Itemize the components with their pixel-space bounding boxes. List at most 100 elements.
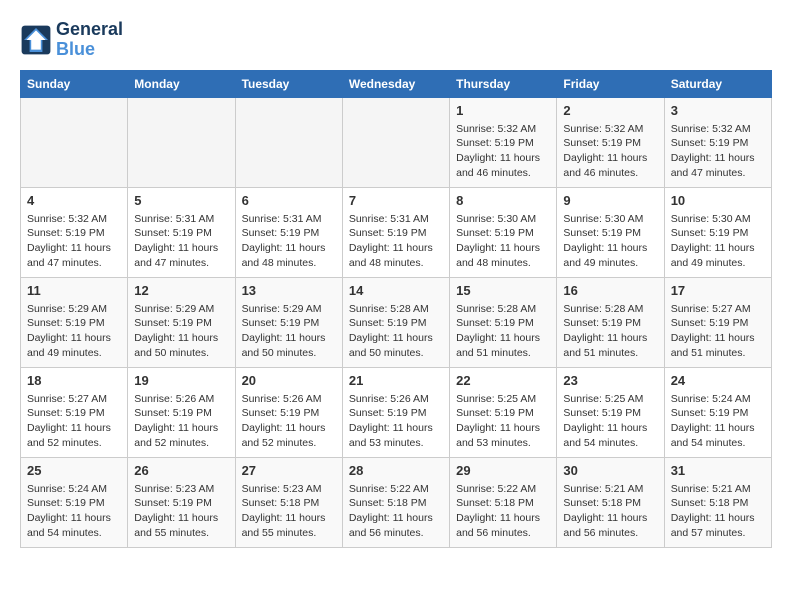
day-info: Daylight: 11 hours <box>27 241 121 256</box>
day-info: Sunrise: 5:28 AM <box>456 302 550 317</box>
day-info: Daylight: 11 hours <box>456 421 550 436</box>
calendar-cell: 3Sunrise: 5:32 AMSunset: 5:19 PMDaylight… <box>664 97 771 187</box>
day-info: Daylight: 11 hours <box>27 331 121 346</box>
day-info: and 50 minutes. <box>242 346 336 361</box>
day-info: and 53 minutes. <box>349 436 443 451</box>
day-info: Daylight: 11 hours <box>456 511 550 526</box>
calendar-cell: 10Sunrise: 5:30 AMSunset: 5:19 PMDayligh… <box>664 187 771 277</box>
day-info: Sunset: 5:18 PM <box>349 496 443 511</box>
day-info: and 51 minutes. <box>563 346 657 361</box>
day-info: Daylight: 11 hours <box>242 511 336 526</box>
day-info: Daylight: 11 hours <box>134 511 228 526</box>
day-info: Daylight: 11 hours <box>349 511 443 526</box>
calendar-cell: 11Sunrise: 5:29 AMSunset: 5:19 PMDayligh… <box>21 277 128 367</box>
page-header: GeneralBlue <box>20 20 772 60</box>
day-header: Sunday <box>21 70 128 97</box>
day-info: Sunset: 5:19 PM <box>27 496 121 511</box>
day-number: 17 <box>671 282 765 300</box>
day-info: and 47 minutes. <box>671 166 765 181</box>
day-info: and 52 minutes. <box>242 436 336 451</box>
calendar-cell: 5Sunrise: 5:31 AMSunset: 5:19 PMDaylight… <box>128 187 235 277</box>
day-info: Daylight: 11 hours <box>671 331 765 346</box>
day-info: Sunrise: 5:28 AM <box>349 302 443 317</box>
calendar-cell: 15Sunrise: 5:28 AMSunset: 5:19 PMDayligh… <box>450 277 557 367</box>
day-info: and 48 minutes. <box>242 256 336 271</box>
day-info: Daylight: 11 hours <box>242 331 336 346</box>
day-info: and 47 minutes. <box>27 256 121 271</box>
day-info: Sunset: 5:19 PM <box>349 316 443 331</box>
calendar-cell: 27Sunrise: 5:23 AMSunset: 5:18 PMDayligh… <box>235 457 342 547</box>
day-info: Daylight: 11 hours <box>27 421 121 436</box>
day-info: Sunset: 5:19 PM <box>456 406 550 421</box>
day-info: Sunset: 5:19 PM <box>349 226 443 241</box>
calendar-cell: 13Sunrise: 5:29 AMSunset: 5:19 PMDayligh… <box>235 277 342 367</box>
day-info: and 52 minutes. <box>134 436 228 451</box>
day-info: Daylight: 11 hours <box>134 241 228 256</box>
day-number: 18 <box>27 372 121 390</box>
day-info: Sunset: 5:19 PM <box>456 226 550 241</box>
calendar-cell: 31Sunrise: 5:21 AMSunset: 5:18 PMDayligh… <box>664 457 771 547</box>
day-number: 28 <box>349 462 443 480</box>
day-info: Sunset: 5:18 PM <box>671 496 765 511</box>
day-info: Sunset: 5:19 PM <box>242 406 336 421</box>
day-info: Sunrise: 5:32 AM <box>671 122 765 137</box>
day-number: 9 <box>563 192 657 210</box>
day-info: and 50 minutes. <box>349 346 443 361</box>
day-number: 26 <box>134 462 228 480</box>
day-number: 30 <box>563 462 657 480</box>
day-info: Sunrise: 5:29 AM <box>242 302 336 317</box>
day-number: 8 <box>456 192 550 210</box>
day-number: 2 <box>563 102 657 120</box>
day-info: Sunset: 5:19 PM <box>671 226 765 241</box>
day-number: 22 <box>456 372 550 390</box>
day-info: Daylight: 11 hours <box>563 421 657 436</box>
day-info: Daylight: 11 hours <box>563 241 657 256</box>
calendar-cell: 19Sunrise: 5:26 AMSunset: 5:19 PMDayligh… <box>128 367 235 457</box>
day-info: and 51 minutes. <box>671 346 765 361</box>
day-number: 20 <box>242 372 336 390</box>
day-info: Daylight: 11 hours <box>563 511 657 526</box>
calendar-cell: 16Sunrise: 5:28 AMSunset: 5:19 PMDayligh… <box>557 277 664 367</box>
day-info: and 53 minutes. <box>456 436 550 451</box>
day-info: Sunset: 5:19 PM <box>134 406 228 421</box>
day-info: Sunset: 5:19 PM <box>134 226 228 241</box>
logo-text: GeneralBlue <box>56 20 123 60</box>
day-info: Daylight: 11 hours <box>134 421 228 436</box>
calendar-cell: 21Sunrise: 5:26 AMSunset: 5:19 PMDayligh… <box>342 367 449 457</box>
day-info: Sunset: 5:19 PM <box>671 136 765 151</box>
day-info: Sunrise: 5:27 AM <box>27 392 121 407</box>
day-info: and 56 minutes. <box>349 526 443 541</box>
calendar-cell <box>128 97 235 187</box>
day-info: and 54 minutes. <box>563 436 657 451</box>
calendar-cell: 25Sunrise: 5:24 AMSunset: 5:19 PMDayligh… <box>21 457 128 547</box>
day-info: Daylight: 11 hours <box>671 421 765 436</box>
day-info: Daylight: 11 hours <box>242 421 336 436</box>
calendar-cell <box>21 97 128 187</box>
day-info: Daylight: 11 hours <box>456 151 550 166</box>
calendar-week: 11Sunrise: 5:29 AMSunset: 5:19 PMDayligh… <box>21 277 772 367</box>
day-number: 27 <box>242 462 336 480</box>
logo: GeneralBlue <box>20 20 123 60</box>
day-info: and 55 minutes. <box>134 526 228 541</box>
day-info: Sunrise: 5:29 AM <box>134 302 228 317</box>
day-info: Daylight: 11 hours <box>563 151 657 166</box>
day-info: Sunrise: 5:32 AM <box>456 122 550 137</box>
day-info: Sunrise: 5:24 AM <box>27 482 121 497</box>
day-info: Daylight: 11 hours <box>349 331 443 346</box>
day-info: Sunset: 5:19 PM <box>27 316 121 331</box>
day-number: 12 <box>134 282 228 300</box>
day-header: Saturday <box>664 70 771 97</box>
calendar-cell: 12Sunrise: 5:29 AMSunset: 5:19 PMDayligh… <box>128 277 235 367</box>
calendar-cell: 6Sunrise: 5:31 AMSunset: 5:19 PMDaylight… <box>235 187 342 277</box>
day-info: and 50 minutes. <box>134 346 228 361</box>
day-info: Daylight: 11 hours <box>456 331 550 346</box>
day-info: Sunrise: 5:26 AM <box>349 392 443 407</box>
calendar-cell: 8Sunrise: 5:30 AMSunset: 5:19 PMDaylight… <box>450 187 557 277</box>
day-info: Sunset: 5:19 PM <box>134 496 228 511</box>
calendar-week: 4Sunrise: 5:32 AMSunset: 5:19 PMDaylight… <box>21 187 772 277</box>
day-info: and 49 minutes. <box>563 256 657 271</box>
calendar-cell <box>235 97 342 187</box>
calendar-cell: 20Sunrise: 5:26 AMSunset: 5:19 PMDayligh… <box>235 367 342 457</box>
calendar-cell: 17Sunrise: 5:27 AMSunset: 5:19 PMDayligh… <box>664 277 771 367</box>
day-info: Daylight: 11 hours <box>27 511 121 526</box>
